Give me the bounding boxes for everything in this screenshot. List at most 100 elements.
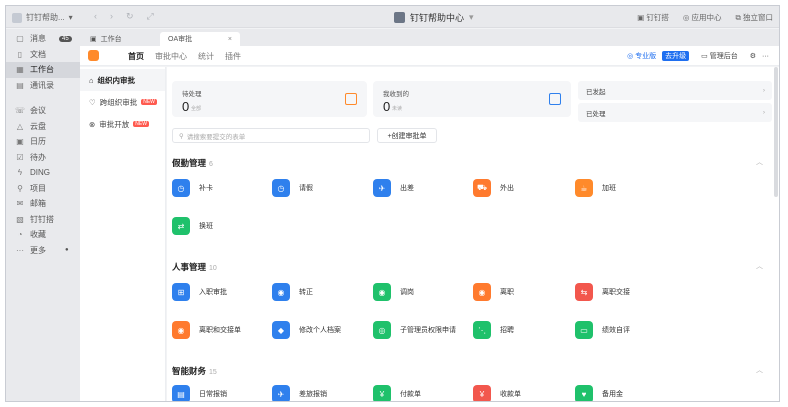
app-tile[interactable]: ✈ 出差 — [373, 179, 414, 197]
app-tile[interactable]: ⊞ 入职审批 — [172, 283, 227, 301]
create-approval-button[interactable]: +创建审批单 — [377, 128, 437, 143]
app-tile[interactable]: ⇆ 离职交接 — [575, 283, 630, 301]
person-icon: ◉ — [172, 321, 190, 339]
todo-icon: ☑ — [16, 152, 24, 162]
close-icon[interactable]: × — [228, 36, 232, 43]
received-sub: 未读 — [392, 106, 403, 112]
sidebar-item-ding[interactable]: ϟ DING — [6, 165, 80, 181]
sidebar-item-project[interactable]: ⚲ 项目 — [6, 181, 80, 197]
menu-approval-center[interactable]: 审批中心 — [155, 51, 187, 62]
sidebar-item-favorites[interactable]: ◔ 收藏 — [6, 227, 80, 243]
sidebar-item-label: 更多 — [30, 245, 46, 255]
sidebar-item-contacts[interactable]: ▤ 通讯录 — [6, 78, 80, 94]
sidebar-item-todo[interactable]: ☑ 待办 — [6, 150, 80, 166]
sent-card[interactable]: 已发起 › — [578, 81, 772, 100]
sidebar-item-messages[interactable]: ▢ 消息 45 — [6, 31, 80, 47]
sidebar-item-meeting[interactable]: ☏ 会议 — [6, 103, 80, 119]
window-title-text: 钉钉帮助中心 — [410, 13, 465, 23]
admin-console-button[interactable]: ▭ 管理后台 — [701, 51, 738, 61]
app-tile[interactable]: ◉ 转正 — [272, 283, 313, 301]
tab-workbench[interactable]: ▣ 工作台 — [82, 32, 130, 46]
app-tile[interactable]: ☕ 加班 — [575, 179, 616, 197]
section-name: 假勤管理 — [172, 158, 207, 168]
performance-icon: ▭ — [575, 321, 593, 339]
app-tile[interactable]: ◉ 调岗 — [373, 283, 414, 301]
tab-oa-approval[interactable]: OA审批 × — [160, 32, 240, 46]
refresh-icon[interactable]: ↻ — [126, 11, 134, 22]
settings-icon[interactable]: ⚙ — [750, 52, 756, 60]
builder-icon: ▧ — [16, 214, 24, 224]
app-tile[interactable]: ♥ 备用金 — [575, 385, 623, 401]
page-scrollbar[interactable] — [774, 67, 778, 197]
subnav-approval-open[interactable]: ⊗ 审批开放 NEW — [80, 113, 165, 135]
sidebar-item-dingda[interactable]: ▧ 钉钉搭 — [6, 212, 80, 228]
sidebar-item-more[interactable]: ··· 更多 ● — [6, 243, 80, 259]
app-tile[interactable]: ⋱ 招聘 — [473, 321, 514, 339]
app-tile[interactable]: ¥ 收款单 — [473, 385, 521, 401]
doc-icon: ▯ — [17, 49, 23, 59]
app-tile[interactable]: ▤ 日常报销 — [172, 385, 227, 401]
back-icon[interactable]: ‹ — [94, 11, 97, 22]
done-card[interactable]: 已处理 › — [578, 103, 772, 122]
menu-plugins[interactable]: 插件 — [225, 51, 241, 62]
clock-icon: ◷ — [172, 179, 190, 197]
standalone-window-link[interactable]: ⧉ 独立窗口 — [736, 12, 773, 23]
recruit-icon: ⋱ — [473, 321, 491, 339]
menu-home[interactable]: 首页 — [128, 51, 144, 62]
app-tile[interactable]: ◷ 补卡 — [172, 179, 213, 197]
app-name: 入职审批 — [199, 288, 227, 296]
handover-icon: ⇆ — [575, 283, 593, 301]
collapse-icon[interactable]: ︿ — [756, 261, 763, 271]
mail-icon: ✉ — [16, 199, 24, 209]
app-tile[interactable]: ⇄ 换班 — [172, 217, 213, 235]
title-actions: ▣ 钉钉搭 ◎ 应用中心 ⧉ 独立窗口 — [637, 12, 773, 23]
dingda-link[interactable]: ▣ 钉钉搭 — [637, 12, 669, 23]
sidebar-item-cloud[interactable]: △ 云盘 — [6, 119, 80, 135]
subnav-internal-approval[interactable]: ⌂ 组织内审批 — [80, 69, 165, 91]
org-switcher[interactable]: 钉钉帮助... ▾ — [12, 12, 73, 23]
menu-statistics[interactable]: 统计 — [198, 51, 214, 62]
app-tile[interactable]: ◆ 修改个人档案 — [272, 321, 341, 339]
ding-icon: ϟ — [17, 168, 23, 178]
contacts-icon: ▤ — [16, 80, 24, 90]
app-center-link[interactable]: ◎ 应用中心 — [683, 12, 722, 23]
app-name: 子管理员权限申请 — [400, 326, 456, 334]
app-tile[interactable]: ◉ 离职 — [473, 283, 514, 301]
app-tile[interactable]: ◉ 离职和交接单 — [172, 321, 241, 339]
sidebar-item-docs[interactable]: ▯ 文档 — [6, 47, 80, 63]
subnav-cross-org-approval[interactable]: ♡ 跨组织审批 NEW — [80, 91, 165, 113]
collapse-icon[interactable]: ︿ — [756, 157, 763, 167]
sidebar-item-mail[interactable]: ✉ 邮箱 — [6, 196, 80, 212]
app-tile[interactable]: ◎ 子管理员权限申请 — [373, 321, 463, 339]
received-card[interactable]: 我收到的 0 未读 — [373, 81, 571, 117]
app-tile[interactable]: ▭ 绩效自评 — [575, 321, 630, 339]
sidebar-item-label: 云盘 — [30, 121, 46, 131]
sidebar-item-workbench[interactable]: ▦ 工作台 — [6, 62, 80, 78]
more-icon: ··· — [16, 245, 24, 255]
app-tile[interactable]: ◷ 请假 — [272, 179, 313, 197]
search-placeholder: 请搜索要提交的表单 — [186, 133, 246, 141]
more-options-icon[interactable]: ··· — [762, 53, 769, 60]
pending-card[interactable]: 待处理 0 全部 — [172, 81, 367, 117]
sidebar-item-calendar[interactable]: ▣ 日历 — [6, 134, 80, 150]
app-tile[interactable]: ✈ 差旅报销 — [272, 385, 327, 401]
section-count: 10 — [209, 265, 217, 272]
upgrade-button[interactable]: 去升级 — [662, 51, 690, 61]
received-label: 我收到的 — [383, 91, 409, 98]
app-tile[interactable]: ¥ 付款单 — [373, 385, 421, 401]
app-name: 收款单 — [500, 390, 521, 398]
approval-sidebar: ⌂ 组织内审批 ♡ 跨组织审批 NEW ⊗ 审批开放 NEW — [80, 67, 166, 401]
coffee-icon: ☕ — [575, 179, 593, 197]
form-search-input[interactable]: ⚲ 请搜索要提交的表单 — [172, 128, 370, 143]
expand-icon[interactable]: ⤢ — [147, 11, 154, 22]
collapse-icon[interactable]: ︿ — [756, 365, 763, 375]
sidebar-item-label: DING — [30, 168, 50, 178]
window-title[interactable]: 钉钉帮助中心 ▾ — [394, 11, 474, 24]
sidebar-item-label: 钉钉搭 — [30, 214, 54, 224]
app-name: 离职和交接单 — [199, 326, 241, 334]
sidebar-item-label: 消息 — [30, 34, 46, 44]
app-tile[interactable]: ⛟ 外出 — [473, 179, 514, 197]
tab-label: OA审批 — [168, 36, 193, 43]
forward-icon[interactable]: › — [110, 11, 113, 22]
plane-icon: ✈ — [373, 179, 391, 197]
